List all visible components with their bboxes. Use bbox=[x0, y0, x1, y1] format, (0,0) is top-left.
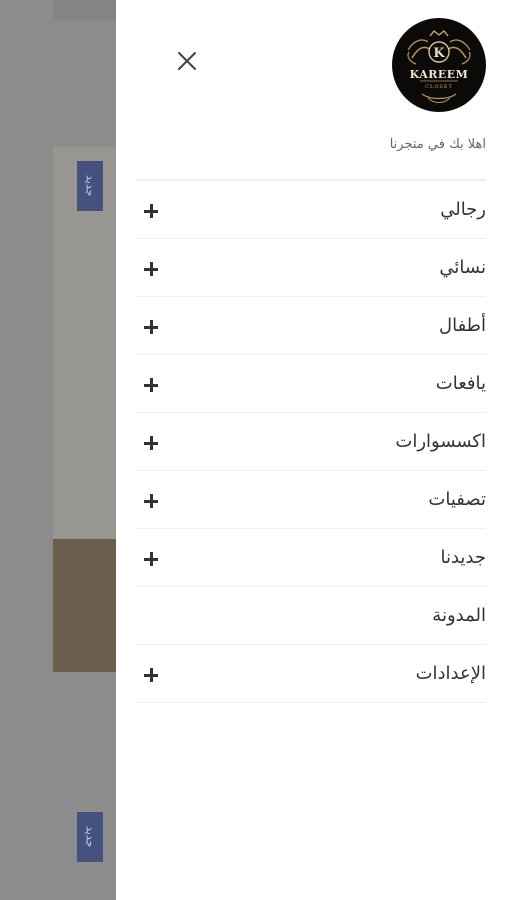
menu-item-blog[interactable]: المدونة bbox=[136, 587, 486, 645]
app-screen: جديد جديد K KAREEM CLOSET اهلا بك في متج… bbox=[0, 0, 507, 900]
menu-item-label: يافعات bbox=[435, 373, 486, 394]
plus-icon[interactable] bbox=[144, 204, 158, 218]
logo-initial: K bbox=[433, 46, 445, 61]
new-badge: جديد bbox=[77, 161, 103, 211]
background-product-image-bottom bbox=[53, 539, 123, 672]
plus-icon[interactable] bbox=[144, 320, 158, 334]
plus-icon[interactable] bbox=[144, 262, 158, 276]
plus-icon[interactable] bbox=[144, 494, 158, 508]
menu-item-label: الإعدادات bbox=[415, 663, 486, 684]
menu-item-women[interactable]: نسائي bbox=[136, 239, 486, 297]
close-icon bbox=[178, 52, 196, 70]
new-badge: جديد bbox=[77, 812, 103, 862]
menu-item-settings[interactable]: الإعدادات bbox=[136, 645, 486, 703]
plus-icon[interactable] bbox=[144, 436, 158, 450]
menu-item-kids[interactable]: أطفال bbox=[136, 297, 486, 355]
menu-item-label: نسائي bbox=[439, 257, 486, 278]
menu-item-label: جديدنا bbox=[440, 547, 486, 568]
menu-item-label: أطفال bbox=[439, 315, 486, 336]
welcome-text: اهلا بك في متجرنا bbox=[389, 137, 486, 152]
menu-item-label: تصفيات bbox=[428, 489, 486, 510]
navigation-drawer: K KAREEM CLOSET اهلا بك في متجرنا رجالي … bbox=[116, 0, 507, 900]
menu-item-teens[interactable]: يافعات bbox=[136, 355, 486, 413]
plus-icon[interactable] bbox=[144, 668, 158, 682]
menu-item-label: اكسسوارات bbox=[395, 431, 486, 452]
category-menu: رجالي نسائي أطفال يافعات اكسسوارات تصفيا… bbox=[136, 179, 486, 703]
menu-item-new-arrivals[interactable]: جديدنا bbox=[136, 529, 486, 587]
logo-name: KAREEM bbox=[410, 68, 469, 81]
menu-item-label: المدونة bbox=[432, 605, 486, 626]
close-button[interactable] bbox=[172, 46, 202, 76]
menu-item-accessories[interactable]: اكسسوارات bbox=[136, 413, 486, 471]
menu-item-clearance[interactable]: تصفيات bbox=[136, 471, 486, 529]
background-banner bbox=[53, 0, 123, 20]
logo-subtitle: CLOSET bbox=[425, 84, 453, 90]
store-logo[interactable]: K KAREEM CLOSET bbox=[392, 18, 486, 112]
plus-icon[interactable] bbox=[144, 378, 158, 392]
menu-item-label: رجالي bbox=[440, 199, 486, 220]
logo-emblem: K KAREEM CLOSET bbox=[407, 30, 471, 103]
menu-item-men[interactable]: رجالي bbox=[136, 181, 486, 239]
plus-icon[interactable] bbox=[144, 552, 158, 566]
